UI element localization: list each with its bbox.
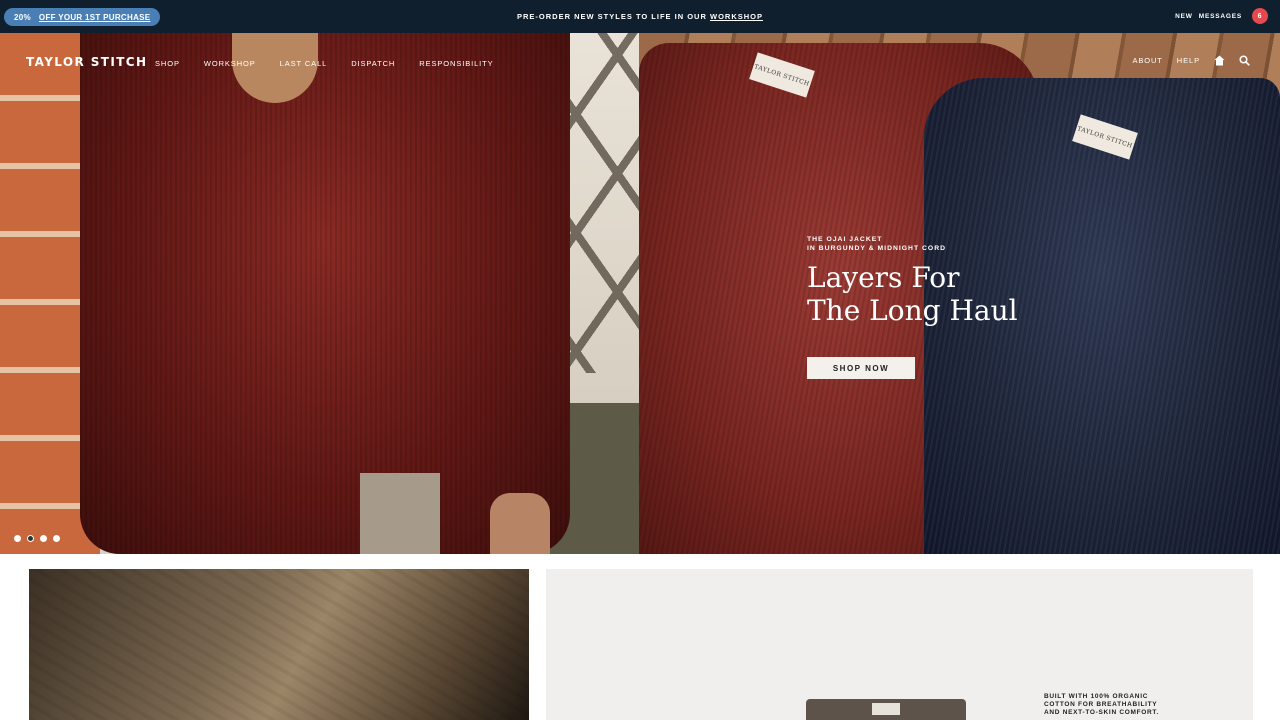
hero-image-left bbox=[0, 33, 639, 554]
new-label: NEW bbox=[1175, 12, 1193, 20]
nav-item-last-call[interactable]: LAST CALL bbox=[280, 59, 328, 68]
workshop-link[interactable]: WORKSHOP bbox=[710, 12, 763, 21]
home-icon[interactable] bbox=[1214, 55, 1225, 66]
announcement-bar: 20% OFF YOUR 1ST PURCHASE PRE-ORDER NEW … bbox=[0, 0, 1280, 33]
feature-copy-line3: AND NEXT-TO-SKIN COMFORT. bbox=[1044, 709, 1159, 716]
search-icon[interactable] bbox=[1239, 55, 1250, 66]
messages-label[interactable]: MESSAGES bbox=[1199, 13, 1242, 20]
hero-eyebrow-line1: THE OJAI JACKET bbox=[807, 236, 883, 243]
carousel-dot-active[interactable] bbox=[27, 535, 34, 542]
nav-items: SHOP WORKSHOP LAST CALL DISPATCH RESPONS… bbox=[155, 59, 494, 68]
carousel-dot[interactable] bbox=[40, 535, 47, 542]
hero-copy: THE OJAI JACKET IN BURGUNDY & MIDNIGHT C… bbox=[807, 235, 1018, 379]
feature-image-left[interactable] bbox=[29, 569, 529, 720]
model-hand bbox=[490, 493, 550, 554]
messages-area[interactable]: NEW MESSAGES 6 bbox=[1175, 8, 1268, 24]
carousel-dot[interactable] bbox=[14, 535, 21, 542]
hero-banner[interactable]: TAYLOR STITCH TAYLOR STITCH TAYLOR STITC… bbox=[0, 33, 1280, 554]
feature-copy-line2: COTTON FOR BREATHABILITY bbox=[1044, 701, 1158, 708]
logo[interactable]: TAYLOR STITCH bbox=[26, 55, 147, 69]
hero-headline-line2: The Long Haul bbox=[807, 294, 1018, 327]
announcement-message: PRE-ORDER NEW STYLES TO LIFE IN OUR WORK… bbox=[0, 12, 1280, 21]
carousel-dots bbox=[14, 535, 60, 542]
nav-item-about[interactable]: ABOUT bbox=[1132, 56, 1162, 65]
model-pants bbox=[360, 473, 440, 554]
hero-headline-line1: Layers For bbox=[807, 261, 960, 294]
nav-item-workshop[interactable]: WORKSHOP bbox=[204, 59, 256, 68]
carousel-dot[interactable] bbox=[53, 535, 60, 542]
feature-copy-line1: BUILT WITH 100% ORGANIC bbox=[1044, 693, 1149, 700]
announcement-text: PRE-ORDER NEW STYLES TO LIFE IN OUR bbox=[517, 12, 707, 21]
nav-item-shop[interactable]: SHOP bbox=[155, 59, 180, 68]
main-nav: TAYLOR STITCH SHOP WORKSHOP LAST CALL DI… bbox=[0, 33, 1280, 93]
nav-item-help[interactable]: HELP bbox=[1177, 56, 1200, 65]
feature-panel-right[interactable]: BUILT WITH 100% ORGANIC COTTON FOR BREAT… bbox=[546, 569, 1253, 720]
nav-right: ABOUT HELP bbox=[1132, 55, 1250, 66]
nav-item-dispatch[interactable]: DISPATCH bbox=[351, 59, 395, 68]
nav-item-responsibility[interactable]: RESPONSIBILITY bbox=[419, 59, 493, 68]
burgundy-jacket-worn bbox=[80, 33, 570, 554]
messages-count-badge[interactable]: 6 bbox=[1252, 8, 1268, 24]
feature-copy: BUILT WITH 100% ORGANIC COTTON FOR BREAT… bbox=[1044, 693, 1159, 717]
hero-eyebrow-line2: IN BURGUNDY & MIDNIGHT CORD bbox=[807, 245, 947, 252]
product-image-pants bbox=[806, 699, 966, 720]
shop-now-button[interactable]: SHOP NOW bbox=[807, 357, 915, 379]
